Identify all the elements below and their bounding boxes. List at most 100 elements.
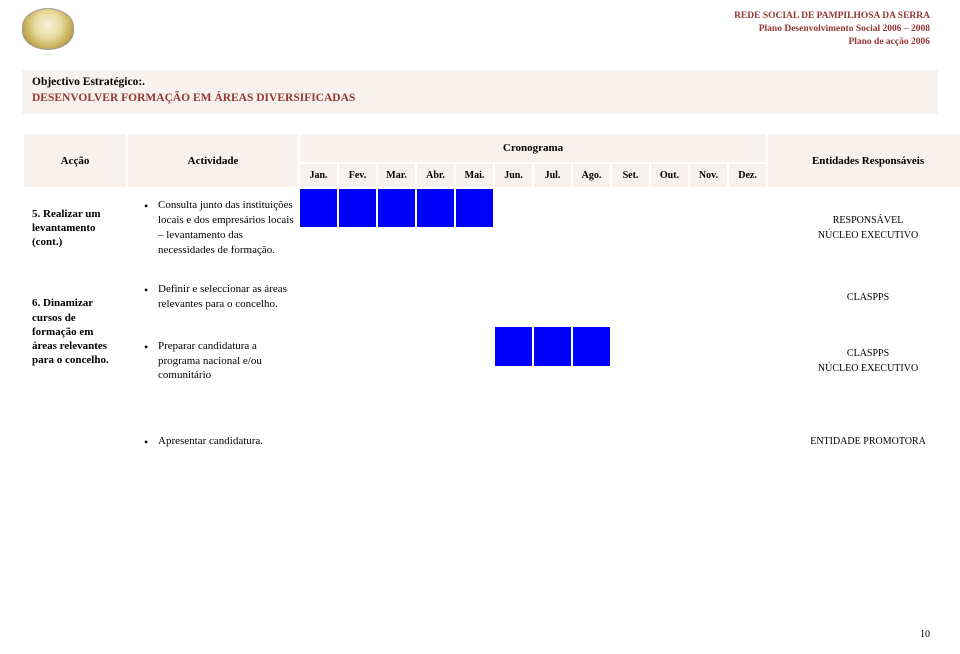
gantt-cell	[729, 368, 766, 395]
actividade-item: Preparar candidatura a programa nacional…	[144, 339, 294, 384]
plan-table: Acção Actividade Cronograma Entidades Re…	[22, 132, 960, 467]
gantt-cell	[573, 368, 610, 395]
col-header-accao: Acção	[24, 134, 126, 187]
gantt-cell	[573, 269, 610, 296]
gantt-cell	[456, 327, 493, 366]
gantt-cell	[651, 229, 688, 267]
gantt-cell	[456, 298, 493, 325]
gantt-cell	[612, 417, 649, 440]
month-out: Out.	[651, 164, 688, 187]
actividade-cell: Definir e seleccionar as áreas relevante…	[128, 269, 298, 325]
gantt-cell	[573, 229, 610, 267]
gantt-cell	[417, 269, 454, 296]
gantt-cell	[612, 442, 649, 465]
gantt-cell	[378, 269, 415, 296]
col-header-actividade: Actividade	[128, 134, 298, 187]
gantt-cell	[495, 368, 532, 395]
month-mai: Mai.	[456, 164, 493, 187]
gantt-cell	[456, 442, 493, 465]
actividade-cell: Apresentar candidatura.	[128, 417, 298, 465]
gantt-cell	[300, 442, 337, 465]
gantt-cell	[339, 229, 376, 267]
entidade-text: NÚCLEO EXECUTIVO	[774, 228, 960, 243]
gantt-cell	[456, 269, 493, 296]
gantt-cell	[456, 229, 493, 267]
month-ago: Ago.	[573, 164, 610, 187]
gantt-cell	[690, 368, 727, 395]
page-number: 10	[920, 629, 930, 640]
gantt-cell	[690, 417, 727, 440]
month-dez: Dez.	[729, 164, 766, 187]
objective-band: Objectivo Estratégico:. DESENVOLVER FORM…	[22, 70, 938, 114]
gantt-cell	[378, 368, 415, 395]
gantt-cell	[690, 298, 727, 325]
entidade-text: RESPONSÁVEL	[774, 213, 960, 228]
gantt-cell	[300, 298, 337, 325]
gantt-cell	[456, 189, 493, 227]
gantt-cell	[573, 298, 610, 325]
gantt-cell	[534, 442, 571, 465]
gantt-cell	[495, 298, 532, 325]
gantt-cell	[690, 327, 727, 366]
gantt-cell	[300, 417, 337, 440]
gantt-cell	[417, 229, 454, 267]
gantt-cell	[534, 298, 571, 325]
gantt-cell	[534, 269, 571, 296]
gantt-cell	[690, 229, 727, 267]
entidade-cell: CLASPPS NÚCLEO EXECUTIVO	[768, 327, 960, 395]
gantt-cell	[378, 442, 415, 465]
gantt-cell	[690, 269, 727, 296]
gantt-cell	[651, 327, 688, 366]
gantt-cell	[378, 229, 415, 267]
gantt-cell	[612, 189, 649, 227]
gantt-cell	[729, 269, 766, 296]
gantt-cell	[417, 417, 454, 440]
entidade-cell: ENTIDADE PROMOTORA	[768, 417, 960, 465]
gantt-cell	[495, 189, 532, 227]
gantt-cell	[417, 327, 454, 366]
gantt-cell	[339, 368, 376, 395]
table-row: Apresentar candidatura. ENTIDADE PROMOTO…	[24, 417, 960, 440]
accao-6-cell: 6. Dinamizar cursos de formação em áreas…	[24, 269, 126, 395]
gantt-cell	[729, 417, 766, 440]
month-jul: Jul.	[534, 164, 571, 187]
actividade-item: Apresentar candidatura.	[144, 434, 294, 449]
gantt-cell	[495, 442, 532, 465]
gantt-cell	[690, 442, 727, 465]
gantt-cell	[339, 298, 376, 325]
gantt-cell	[456, 368, 493, 395]
gantt-cell	[534, 327, 571, 366]
gantt-cell	[339, 442, 376, 465]
gantt-cell	[651, 298, 688, 325]
entidade-text: CLASPPS	[774, 290, 960, 305]
gantt-cell	[300, 189, 337, 227]
gantt-cell	[417, 442, 454, 465]
gantt-cell	[534, 229, 571, 267]
gantt-cell	[417, 368, 454, 395]
actividade-item: Consulta junto das instituições locais e…	[144, 198, 294, 257]
month-jun: Jun.	[495, 164, 532, 187]
entidade-text: ENTIDADE PROMOTORA	[774, 434, 960, 449]
gantt-cell	[612, 368, 649, 395]
gantt-cell	[378, 298, 415, 325]
objective-label: Objectivo Estratégico:.	[32, 76, 928, 88]
gantt-cell	[651, 368, 688, 395]
gantt-cell	[612, 229, 649, 267]
gantt-cell	[534, 368, 571, 395]
gantt-cell	[300, 269, 337, 296]
entidade-cell: CLASPPS	[768, 269, 960, 325]
col-header-entidades: Entidades Responsáveis	[768, 134, 960, 187]
gantt-cell	[729, 298, 766, 325]
table-spacer-row	[24, 397, 960, 415]
col-header-cronograma: Cronograma	[300, 134, 766, 162]
gantt-cell	[339, 269, 376, 296]
table-row: Preparar candidatura a programa nacional…	[24, 327, 960, 366]
gantt-cell	[573, 417, 610, 440]
month-jan: Jan.	[300, 164, 337, 187]
gantt-cell	[690, 189, 727, 227]
gantt-cell	[534, 189, 571, 227]
header-line-1: REDE SOCIAL DE PAMPILHOSA DA SERRA	[734, 10, 930, 23]
actividade-item: Definir e seleccionar as áreas relevante…	[144, 282, 294, 312]
plan-table-area: Acção Actividade Cronograma Entidades Re…	[22, 132, 938, 467]
gantt-cell	[651, 269, 688, 296]
